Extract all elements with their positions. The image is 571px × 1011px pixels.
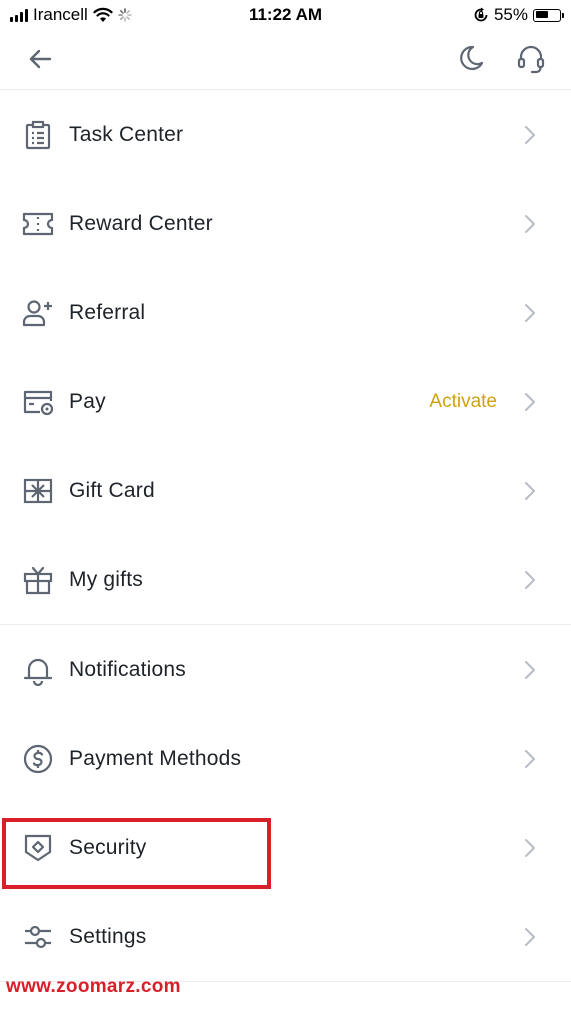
menu-label-settings: Settings [69,924,147,948]
status-right: 55% [473,5,564,25]
menu-item-settings[interactable]: Settings [0,892,571,981]
status-bar: Irancell 11:22 AM 55% [0,0,571,30]
top-bar [0,30,571,88]
chevron-right-icon [520,212,540,236]
chevron-right-icon [520,658,540,682]
menu-label-payment-methods: Payment Methods [69,746,242,770]
add-user-icon [22,297,54,329]
battery-level [535,11,548,18]
activate-link[interactable]: Activate [429,391,497,413]
menu-item-notifications[interactable]: Notifications [0,625,571,714]
battery-icon [533,8,564,22]
dollar-circle-icon [22,743,54,775]
moon-icon [460,45,484,71]
security-highlight-box [2,818,271,889]
menu-label-task-center: Task Center [69,122,184,146]
back-button[interactable] [23,42,57,76]
gift-card-icon [22,475,54,507]
chevron-right-icon [520,390,540,414]
chevron-right-icon [520,836,540,860]
menu-item-referral[interactable]: Referral [0,268,571,357]
chevron-right-icon [520,301,540,325]
menu-label-reward-center: Reward Center [69,211,213,235]
menu-item-pay[interactable]: Pay Activate [0,357,571,446]
support-button[interactable] [514,42,548,76]
ticket-icon [22,208,54,240]
watermark-text: www.zoomarz.com [6,976,181,997]
gift-box-icon [22,564,54,596]
pay-card-icon [22,386,54,418]
back-arrow-icon [29,49,52,69]
menu-item-task-center[interactable]: Task Center [0,90,571,179]
menu-item-payment-methods[interactable]: Payment Methods [0,714,571,803]
rotation-lock-icon [474,7,488,22]
bell-icon [22,654,54,686]
menu-label-pay: Pay [69,389,106,413]
chevron-right-icon [520,747,540,771]
dark-mode-button[interactable] [453,42,487,76]
menu-label-gift-card: Gift Card [69,478,155,502]
menu-item-my-gifts[interactable]: My gifts [0,535,571,624]
chevron-right-icon [520,479,540,503]
menu-item-reward-center[interactable]: Reward Center [0,179,571,268]
menu-label-my-gifts: My gifts [69,567,143,591]
menu-item-gift-card[interactable]: Gift Card [0,446,571,535]
chevron-right-icon [520,568,540,592]
chevron-right-icon [520,123,540,147]
battery-percent: 55% [493,5,528,24]
menu-label-notifications: Notifications [69,657,186,681]
menu-label-referral: Referral [69,300,146,324]
sliders-icon [22,921,54,953]
chevron-right-icon [520,925,540,949]
task-clipboard-icon [22,119,54,151]
headset-icon [517,45,545,74]
